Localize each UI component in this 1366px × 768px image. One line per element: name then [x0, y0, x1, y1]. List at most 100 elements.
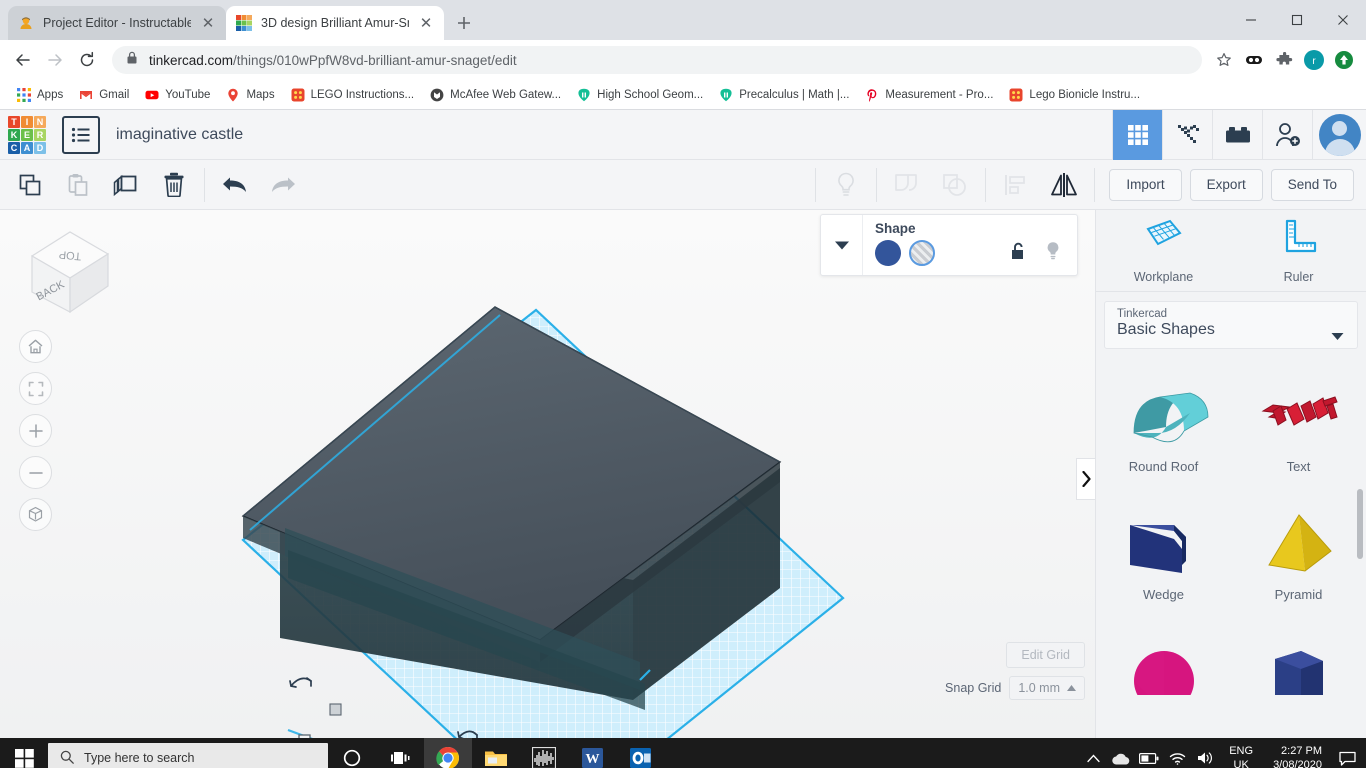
shape-item-text[interactable]: Text	[1231, 367, 1366, 495]
notification-icon[interactable]	[1332, 738, 1362, 768]
lightbulb-icon[interactable]	[1045, 241, 1061, 266]
bookmark-label: Apps	[37, 88, 64, 101]
browser-tab-1[interactable]: Project Editor - Instructables ✕	[8, 6, 226, 40]
bookmark-mcafee[interactable]: McAfee Web Gatew...	[422, 85, 569, 105]
close-window-button[interactable]	[1320, 0, 1366, 40]
avatar[interactable]	[1312, 109, 1366, 160]
snap-grid-select[interactable]: 1.0 mm	[1009, 676, 1085, 700]
update-arrow-icon[interactable]	[1330, 46, 1358, 74]
bookmark-youtube[interactable]: YouTube	[137, 85, 218, 105]
address-bar[interactable]: tinkercad.com/things/010wPpfW8vd-brillia…	[112, 46, 1202, 74]
extensions-puzzle-icon[interactable]	[1270, 46, 1298, 74]
minecraft-pickaxe-icon[interactable]	[1162, 109, 1212, 160]
trash-icon[interactable]	[150, 165, 198, 205]
youtube-icon	[145, 88, 159, 102]
page-title[interactable]: imaginative castle	[116, 126, 243, 144]
unlock-icon[interactable]	[1010, 241, 1027, 266]
undo-arrow-icon[interactable]	[211, 165, 259, 205]
clock[interactable]: 2:27 PM 3/08/2020	[1263, 738, 1332, 768]
tinkercad-logo[interactable]: T I N K E R C A D	[8, 115, 46, 154]
view-cube[interactable]: TOP BACK	[20, 224, 115, 319]
back-button[interactable]	[8, 45, 38, 75]
reload-button[interactable]	[72, 45, 102, 75]
export-button[interactable]: Export	[1189, 168, 1263, 201]
bookmark-lego-instructions[interactable]: LEGO Instructions...	[283, 85, 423, 105]
copy-icon[interactable]	[6, 165, 54, 205]
minimize-button[interactable]	[1228, 0, 1274, 40]
list-menu-icon[interactable]	[62, 115, 100, 154]
task-view-icon[interactable]	[376, 738, 424, 768]
pinterest-icon	[865, 88, 879, 102]
collapse-sidebar-handle[interactable]	[1076, 458, 1095, 500]
cortana-circle-icon[interactable]	[328, 738, 376, 768]
home-view-icon[interactable]	[19, 330, 52, 363]
new-tab-button[interactable]	[450, 9, 478, 37]
duplicate-icon[interactable]	[102, 165, 150, 205]
shape-item-hexagonal-prism[interactable]	[1231, 623, 1366, 695]
close-icon[interactable]: ✕	[200, 15, 216, 31]
zoom-out-icon[interactable]	[19, 456, 52, 489]
search-input[interactable]: Type here to search	[48, 743, 328, 768]
designs-grid-icon[interactable]	[1112, 109, 1162, 160]
edit-grid-button[interactable]: Edit Grid	[1006, 642, 1085, 668]
bookmark-star-icon[interactable]	[1210, 46, 1238, 74]
bookmark-precalculus[interactable]: Precalculus | Math |...	[711, 85, 857, 105]
bookmark-measurement[interactable]: Measurement - Pro...	[857, 85, 1001, 105]
bookmark-gmail[interactable]: Gmail	[71, 85, 137, 105]
perspective-toggle-icon[interactable]	[19, 498, 52, 531]
invite-person-icon[interactable]	[1262, 109, 1312, 160]
browser-tab-2[interactable]: 3D design Brilliant Amur-Snaget ✕	[226, 6, 444, 40]
chrome-icon[interactable]	[424, 738, 472, 768]
bookmark-lego-bionicle[interactable]: Lego Bionicle Instru...	[1001, 85, 1148, 105]
sidebar-scrollbar[interactable]	[1357, 489, 1363, 559]
word-icon[interactable]: W	[568, 738, 616, 768]
send-to-button[interactable]: Send To	[1270, 168, 1354, 201]
import-button[interactable]: Import	[1109, 168, 1182, 201]
outlook-icon[interactable]	[616, 738, 664, 768]
onedrive-cloud-icon[interactable]	[1107, 738, 1135, 768]
shape-item-sphere[interactable]	[1096, 623, 1231, 695]
group-icon	[883, 165, 931, 205]
logo-tile-d: D	[34, 141, 46, 154]
blocks-brick-icon[interactable]	[1212, 109, 1262, 160]
sidebar-item-ruler[interactable]: Ruler	[1231, 210, 1366, 291]
redo-arrow-icon	[259, 165, 307, 205]
language-indicator[interactable]: ENG UK	[1219, 738, 1263, 768]
audacity-icon[interactable]	[520, 738, 568, 768]
3d-scene[interactable]	[0, 210, 1095, 738]
profile-avatar-r[interactable]: r	[1300, 46, 1328, 74]
shape-library-selector[interactable]: Tinkercad Basic Shapes	[1104, 301, 1358, 349]
shape-item-wedge[interactable]: Wedge	[1096, 495, 1231, 623]
bookmark-high-school-geometry[interactable]: High School Geom...	[569, 85, 711, 105]
shape-panel-title: Shape	[875, 221, 916, 236]
extension-dark-icon[interactable]	[1240, 46, 1268, 74]
shape-library-grid: Round Roof Text Wedge Pyramid	[1096, 357, 1366, 738]
bookmark-apps[interactable]: Apps	[9, 85, 71, 105]
sidebar-item-workplane[interactable]: Workplane	[1096, 210, 1231, 291]
caret-up-icon	[1067, 685, 1076, 691]
lang-line-1: ENG	[1229, 745, 1254, 757]
battery-icon[interactable]	[1135, 738, 1163, 768]
paste-icon	[54, 165, 102, 205]
shape-item-round-roof[interactable]: Round Roof	[1096, 367, 1231, 495]
show-hidden-icons[interactable]	[1079, 738, 1107, 768]
mirror-icon[interactable]	[1040, 165, 1088, 205]
wifi-icon[interactable]	[1163, 738, 1191, 768]
hole-swatch[interactable]	[909, 240, 935, 266]
chevron-down-icon[interactable]	[1331, 328, 1344, 346]
windows-start-icon[interactable]	[0, 738, 48, 768]
bookmark-maps[interactable]: Maps	[218, 85, 282, 105]
shape-item-pyramid[interactable]: Pyramid	[1231, 495, 1366, 623]
zoom-in-icon[interactable]	[19, 414, 52, 447]
maximize-button[interactable]	[1274, 0, 1320, 40]
close-icon[interactable]: ✕	[418, 15, 434, 31]
volume-icon[interactable]	[1191, 738, 1219, 768]
toolbar-divider	[985, 167, 987, 202]
file-explorer-icon[interactable]	[472, 738, 520, 768]
ruler-icon	[1277, 217, 1321, 262]
solid-color-swatch[interactable]	[875, 240, 901, 266]
toolbar-divider	[815, 167, 817, 202]
chevron-down-icon[interactable]	[821, 215, 863, 275]
3d-viewport[interactable]: TOP BACK Shape Edit Grid Snap Grid 1.0 m…	[0, 210, 1095, 738]
fit-to-view-icon[interactable]	[19, 372, 52, 405]
